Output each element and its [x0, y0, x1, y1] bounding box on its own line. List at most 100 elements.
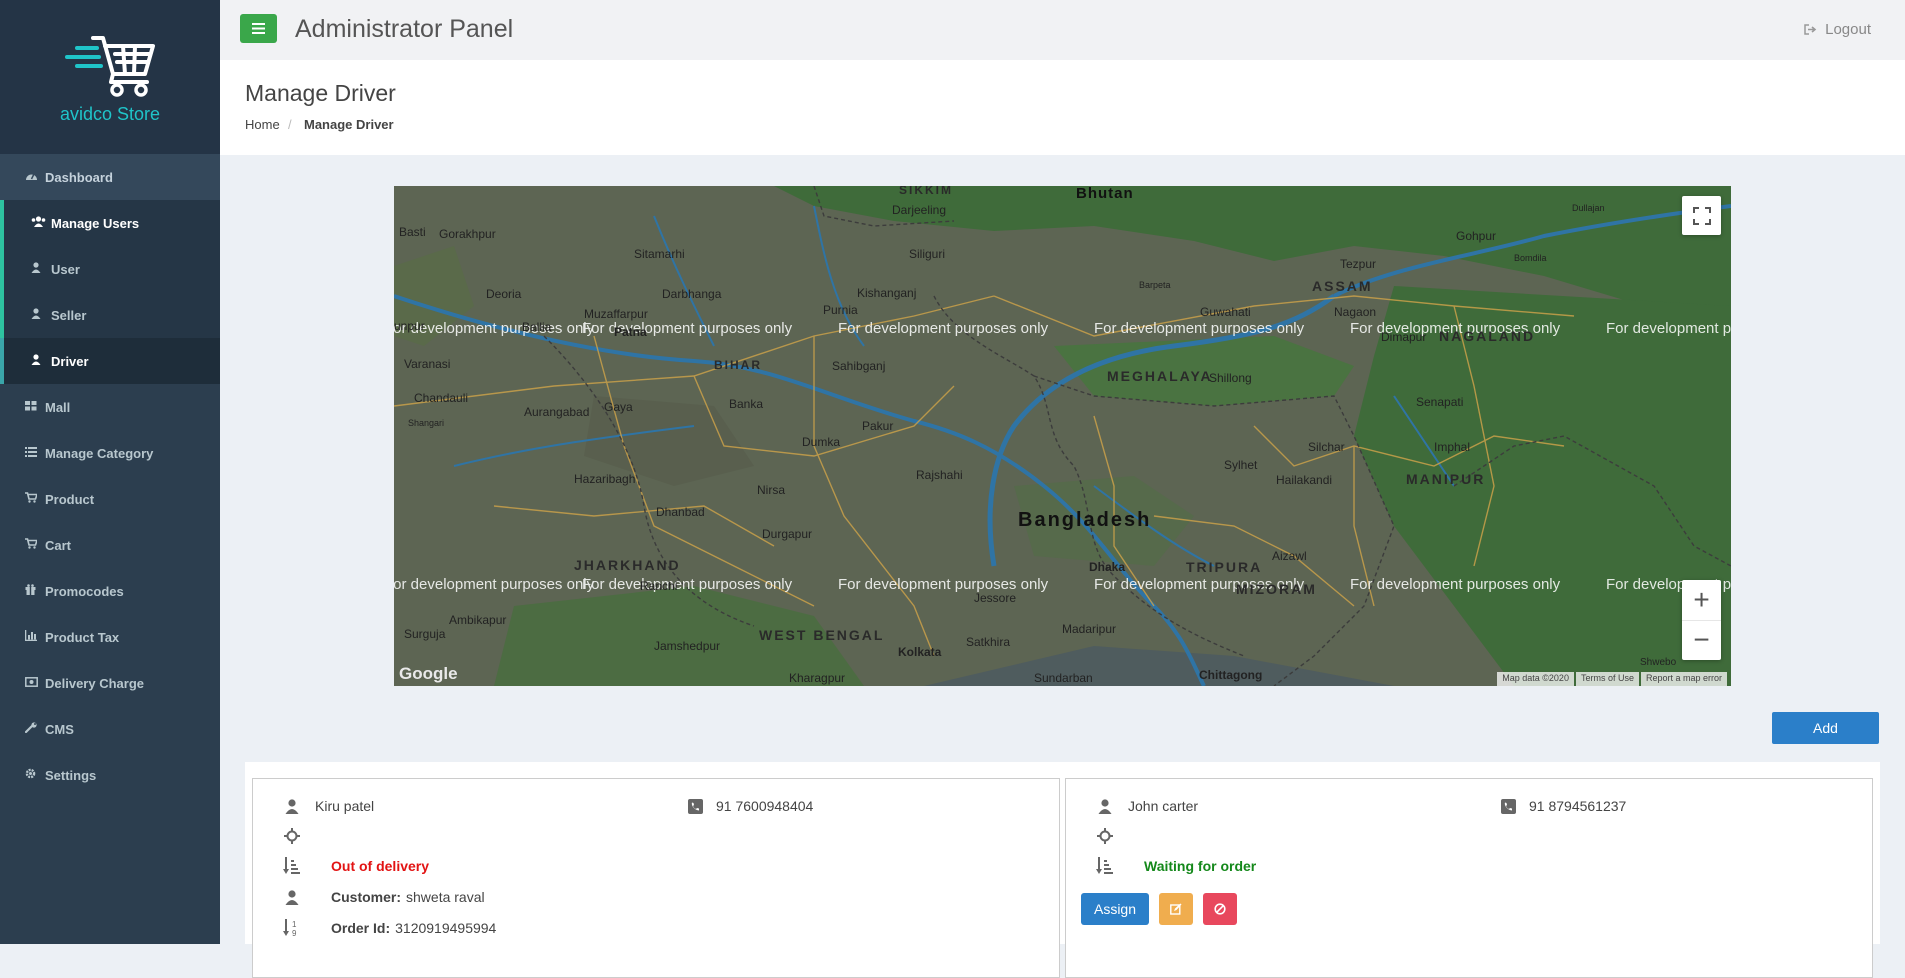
grid-icon — [25, 400, 45, 414]
map-label-kolkata: Kolkata — [898, 645, 942, 659]
driver-map[interactable]: For development purposes only For develo… — [394, 186, 1731, 686]
sort-amount-icon — [1096, 857, 1114, 875]
sidebar-item-label: Cart — [45, 537, 72, 553]
money-icon — [25, 676, 45, 690]
map-label-aizawl: Aizawl — [1272, 549, 1307, 563]
brand-name: avidco Store — [59, 103, 161, 124]
bar-chart-icon — [25, 630, 45, 644]
sidebar-item-delivery-charge[interactable]: Delivery Charge — [0, 660, 220, 706]
brand-logo[interactable]: avidco Store — [0, 0, 220, 154]
map-label-durgapur: Durgapur — [762, 527, 812, 541]
map-label-purnia: Purnia — [823, 303, 858, 317]
map-label-kishanganj: Kishanganj — [857, 286, 916, 300]
sidebar-item-mall[interactable]: Mall — [0, 384, 220, 430]
sidebar-item-settings[interactable]: Settings — [0, 752, 220, 798]
driver-name: Kiru patel — [315, 798, 375, 814]
sidebar-item-seller[interactable]: Seller — [0, 292, 220, 338]
driver-phone: 91 7600948404 — [716, 798, 814, 814]
ban-icon — [1214, 903, 1226, 915]
breadcrumb-home[interactable]: Home — [245, 117, 280, 132]
sidebar-item-promocodes[interactable]: Promocodes — [0, 568, 220, 614]
svg-text:9: 9 — [292, 929, 297, 937]
sidebar-item-manage-users[interactable]: Manage Users — [0, 200, 220, 246]
edit-button[interactable] — [1159, 893, 1193, 925]
sidebar-item-product-tax[interactable]: Product Tax — [0, 614, 220, 660]
map-label-unpur: unpur — [394, 319, 425, 333]
sidebar-item-cart[interactable]: Cart — [0, 522, 220, 568]
user-icon — [283, 797, 301, 815]
sidebar-item-label: Delivery Charge — [45, 675, 144, 691]
sidebar-item-user[interactable]: User — [0, 246, 220, 292]
map-label-dimapur: Dimapur — [1381, 330, 1426, 344]
assign-button[interactable]: Assign — [1081, 893, 1149, 925]
gift-icon — [25, 584, 45, 598]
driver-phone-row: 91 7600948404 — [686, 797, 813, 815]
map-label-jharkhand: JHARKHAND — [574, 557, 681, 573]
map-label-sahibganj: Sahibganj — [832, 359, 885, 373]
map-label-hazaribagh: Hazaribagh — [574, 472, 635, 486]
order-id-value: 3120919495994 — [395, 920, 497, 936]
map-zoom-out-button[interactable]: − — [1682, 621, 1721, 661]
users-submenu: Manage Users User Seller Driver — [0, 200, 220, 384]
map-label-ambikapur: Ambikapur — [449, 613, 506, 627]
content-header: Manage Driver Home / Manage Driver — [220, 60, 1905, 155]
driver-customer-row: Customer: shweta raval — [283, 888, 485, 906]
fullscreen-icon — [1692, 206, 1711, 225]
sidebar-toggle-button[interactable] — [240, 14, 277, 43]
sidebar-item-label: Seller — [51, 307, 87, 323]
map-label-nagaon: Nagaon — [1334, 305, 1376, 319]
map-report-link[interactable]: Report a map error — [1640, 672, 1727, 686]
sidebar-item-label: Manage Users — [51, 215, 140, 231]
driver-order-row: 19 Order Id: 3120919495994 — [283, 919, 496, 937]
add-driver-button[interactable]: Add — [1772, 712, 1879, 744]
map-label-surguja: Surguja — [404, 627, 446, 641]
block-button[interactable] — [1203, 893, 1237, 925]
map-label-assam: ASSAM — [1312, 278, 1373, 294]
map-label-gaya: Gaya — [604, 400, 633, 414]
map-label-patna: Patna — [614, 325, 647, 339]
map-label-bhutan: Bhutan — [1076, 186, 1134, 202]
map-label-senapati: Senapati — [1416, 395, 1463, 409]
customer-label: Customer: — [331, 889, 402, 905]
gear-icon — [25, 768, 45, 782]
edit-icon — [1170, 903, 1182, 915]
user-icon — [31, 308, 51, 322]
map-label-nagaland: NAGALAND — [1439, 328, 1535, 344]
map-label-kharagpur: Kharagpur — [789, 671, 845, 685]
sidebar-item-manage-category[interactable]: Manage Category — [0, 430, 220, 476]
map-label-aurangabad: Aurangabad — [524, 405, 589, 419]
cart-icon — [25, 492, 45, 506]
sidebar-item-cms[interactable]: CMS — [0, 706, 220, 752]
page-title: Manage Driver — [245, 80, 396, 106]
map-label-silchar: Silchar — [1308, 440, 1345, 454]
driver-name-row: John carter — [1096, 797, 1198, 815]
sidebar-item-product[interactable]: Product — [0, 476, 220, 522]
map-label-tripura: TRIPURA — [1186, 559, 1262, 575]
map-fullscreen-button[interactable] — [1682, 196, 1721, 235]
map-label-banka: Banka — [729, 397, 763, 411]
breadcrumb-separator: / — [288, 117, 292, 132]
map-watermark: For development purposes only — [394, 576, 595, 593]
sidebar-item-driver[interactable]: Driver — [0, 338, 220, 384]
driver-status: Waiting for order — [1144, 858, 1257, 874]
sidebar-item-dashboard[interactable]: Dashboard — [0, 154, 220, 200]
map-label-rajshahi: Rajshahi — [916, 468, 963, 482]
map-label-chandauli: Chandauli — [414, 391, 468, 405]
breadcrumb-current: Manage Driver — [304, 117, 394, 132]
map-label-ballia: Ballia — [522, 320, 552, 334]
map-label-gohpur: Gohpur — [1456, 229, 1496, 243]
sort-amount-icon — [283, 857, 301, 875]
map-terms-link[interactable]: Terms of Use — [1575, 672, 1639, 686]
map-label-shwebo: Shwebo — [1640, 657, 1677, 668]
map-canvas[interactable]: For development purposes only For develo… — [394, 186, 1731, 686]
map-zoom-in-button[interactable]: + — [1682, 580, 1721, 621]
map-label-meghalaya: MEGHALAYA — [1107, 368, 1213, 384]
sidebar-item-label: Manage Category — [45, 445, 154, 461]
map-watermark: For development purposes only — [838, 576, 1049, 593]
map-label-sylhet: Sylhet — [1224, 458, 1258, 472]
logout-link[interactable]: Logout — [1804, 21, 1871, 38]
map-label-sikkim: SIKKIM — [899, 186, 953, 197]
map-label-bangladesh: Bangladesh — [1018, 509, 1151, 531]
sidebar-item-label: Settings — [45, 767, 97, 783]
sidebar-item-label: CMS — [45, 721, 74, 737]
